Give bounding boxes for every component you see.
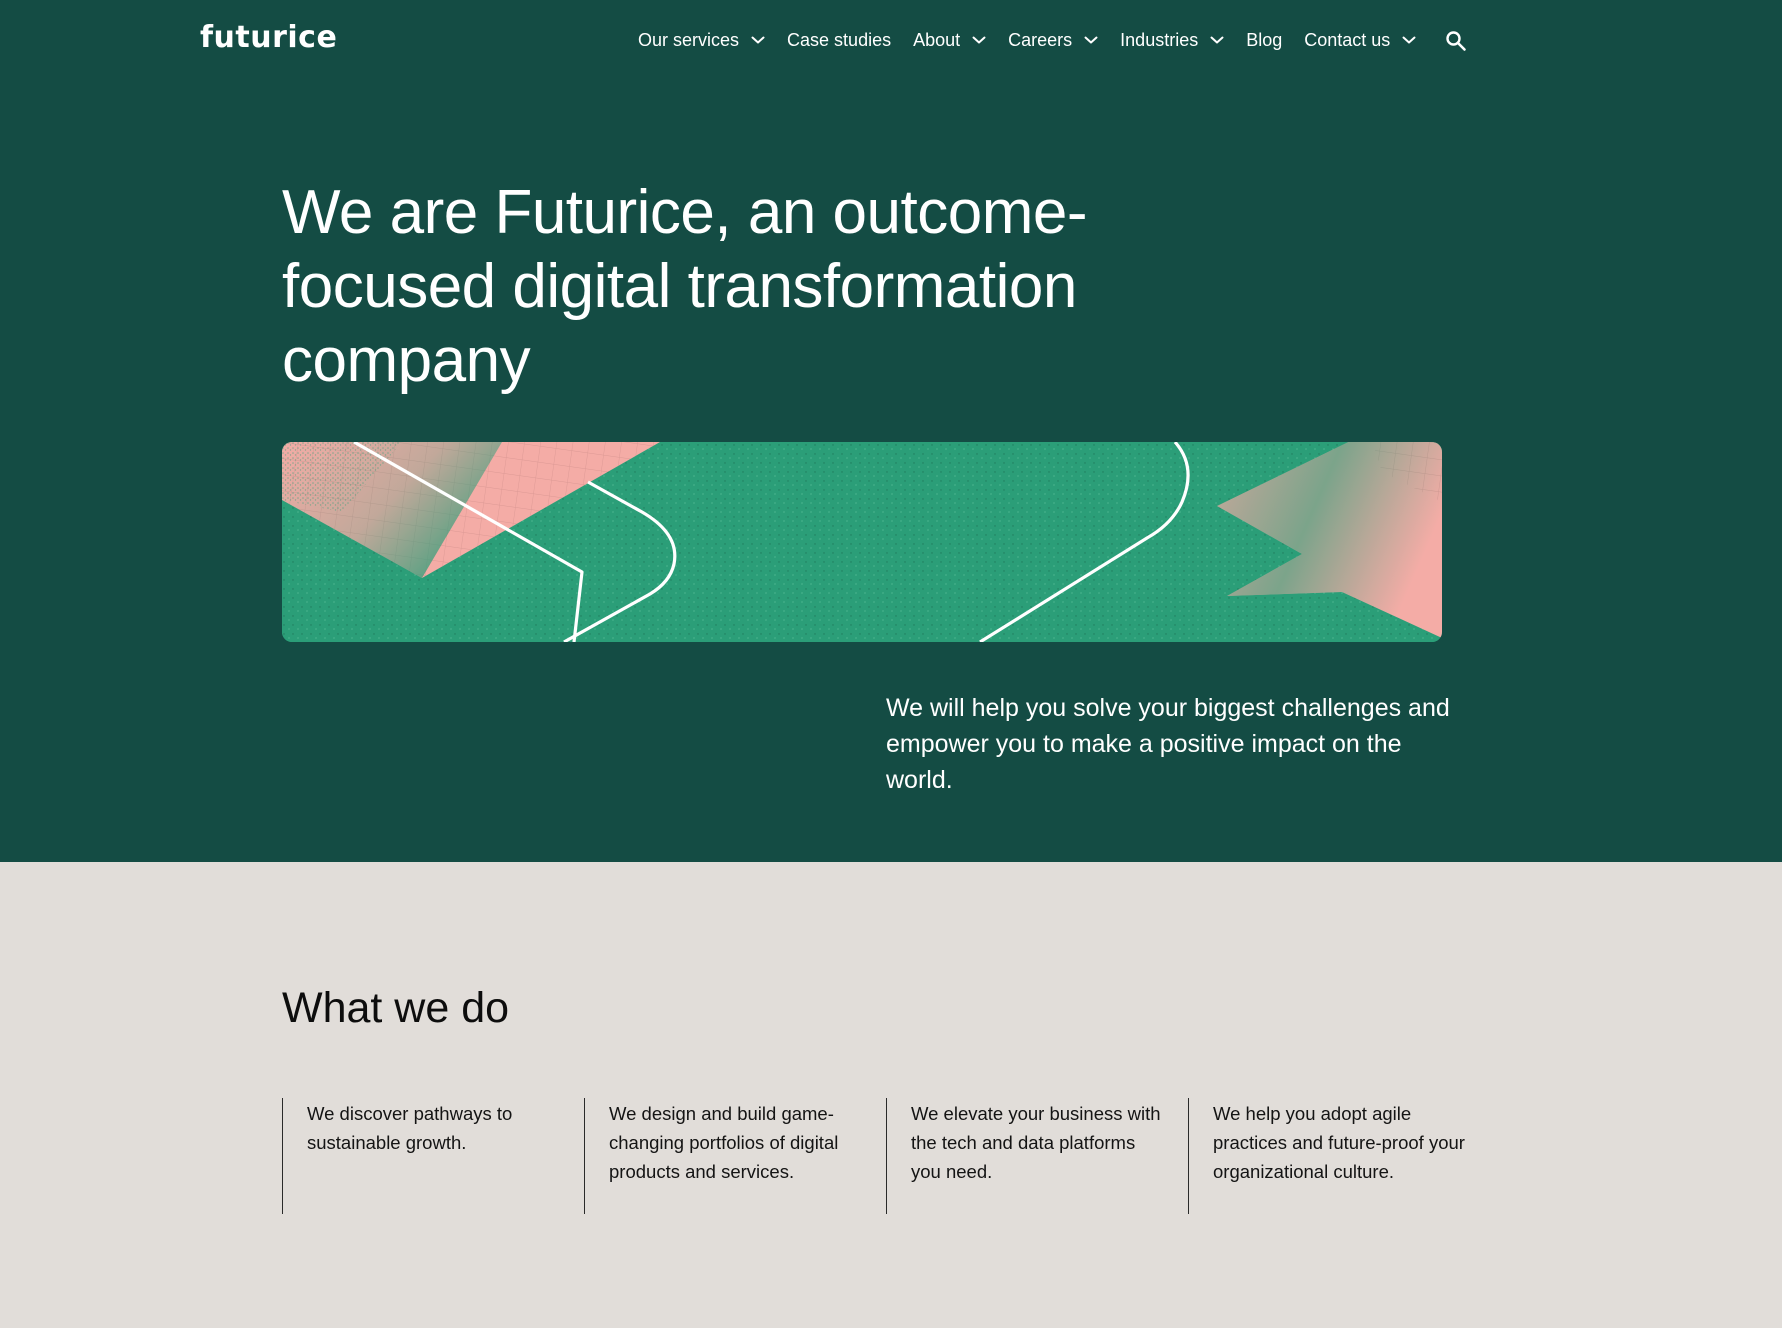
nav-item-contact-us[interactable]: Contact us <box>1304 24 1416 56</box>
chevron-down-icon <box>972 36 986 44</box>
nav-item-case-studies[interactable]: Case studies <box>787 24 891 56</box>
service-column: We elevate your business with the tech a… <box>886 1098 1164 1214</box>
service-description: We elevate your business with the tech a… <box>911 1103 1161 1182</box>
nav-menu: Our services Case studies About Careers … <box>638 24 1468 56</box>
nav-item-about[interactable]: About <box>913 24 986 56</box>
chevron-down-icon <box>751 36 765 44</box>
service-description: We discover pathways to sustainable grow… <box>307 1103 513 1153</box>
nav-item-industries[interactable]: Industries <box>1120 24 1224 56</box>
nav-item-our-services[interactable]: Our services <box>638 24 765 56</box>
hero-banner-illustration <box>282 442 1442 642</box>
hero-subtitle: We will help you solve your biggest chal… <box>886 694 1450 794</box>
nav-item-label: Our services <box>638 30 740 50</box>
search-icon[interactable] <box>1444 29 1468 53</box>
service-description: We help you adopt agile practices and fu… <box>1213 1103 1465 1182</box>
nav-item-label: Case studies <box>787 30 892 50</box>
nav-item-label: Blog <box>1246 30 1283 50</box>
what-we-do-columns: We discover pathways to sustainable grow… <box>282 1098 1465 1216</box>
banner-graphic <box>282 442 1442 642</box>
hero-title: We are Futurice, an outcome-focused digi… <box>282 178 1088 395</box>
what-we-do-title: What we do <box>282 984 510 1032</box>
nav-item-blog[interactable]: Blog <box>1246 24 1282 56</box>
hero-section: futurice Our services Case studies About… <box>0 0 1782 862</box>
chevron-down-icon <box>1210 36 1224 44</box>
nav-item-label: About <box>913 30 961 50</box>
chevron-down-icon <box>1402 36 1416 44</box>
service-column: We design and build game-changing portfo… <box>584 1098 862 1214</box>
chevron-down-icon <box>1084 36 1098 44</box>
service-column: We discover pathways to sustainable grow… <box>282 1098 560 1214</box>
nav-item-label: Careers <box>1008 30 1073 50</box>
futurice-logo[interactable]: futurice <box>200 18 337 58</box>
nav-item-label: Industries <box>1120 30 1199 50</box>
nav-item-label: Contact us <box>1304 30 1391 50</box>
service-description: We design and build game-changing portfo… <box>609 1103 839 1182</box>
nav-item-careers[interactable]: Careers <box>1008 24 1098 56</box>
top-navigation: futurice Our services Case studies About… <box>0 0 1782 80</box>
service-column: We help you adopt agile practices and fu… <box>1188 1098 1466 1214</box>
